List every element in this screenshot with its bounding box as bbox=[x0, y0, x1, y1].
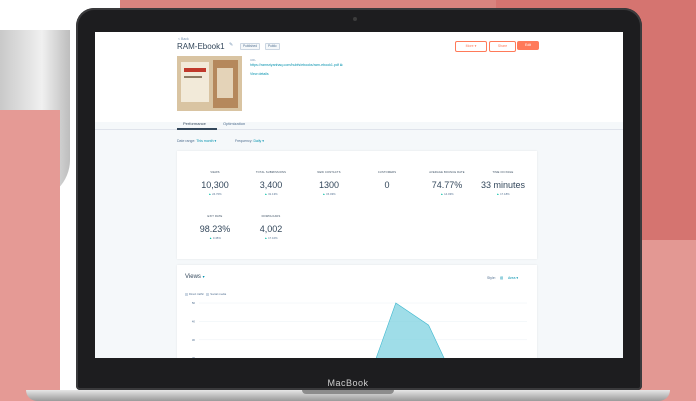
stat-label: NEW CONTACTS bbox=[317, 171, 341, 174]
url-link[interactable]: https://ramsriyanhaq.com/hubfs/ebooks/ra… bbox=[250, 63, 342, 67]
stat-average-bounce-rate: AVERAGE BOUNCE RATE 74.77% ▲ 14.03% bbox=[417, 171, 477, 196]
date-range-label: Date range: bbox=[177, 139, 196, 143]
more-button[interactable]: More ▾ bbox=[455, 41, 487, 52]
stat-label: CUSTOMERS bbox=[377, 171, 397, 174]
url-label: URL bbox=[250, 58, 257, 62]
stat-exit-rate: EXIT RATE 98.23% ▲ 0.45% bbox=[185, 215, 245, 240]
page-title: RAM-Ebook1 bbox=[177, 42, 225, 51]
stat-value: 4,002 bbox=[259, 224, 283, 234]
stat-value: 10,300 bbox=[201, 180, 229, 190]
stat-new-contacts: NEW CONTACTS 1300 ▲ 15.03% bbox=[299, 171, 359, 196]
stat-label: AVERAGE BOUNCE RATE bbox=[429, 171, 465, 174]
edit-button[interactable]: Edit bbox=[517, 41, 539, 50]
stat-label: DOWNLOADS bbox=[261, 215, 281, 218]
app-screen: < Back RAM-Ebook1 ✎ Published Public Mor… bbox=[95, 32, 623, 358]
up-arrow-icon: ▲ bbox=[208, 192, 212, 196]
view-details-link[interactable]: View details bbox=[250, 72, 269, 76]
stat-total-submissions: TOTAL SUBMISSIONS 3,400 ▲ 31.13% bbox=[241, 171, 301, 196]
y-tick-label: 40 bbox=[192, 319, 196, 323]
stat-time-on-page: TIME ON PAGE 33 minutes ▲ 17.18% bbox=[473, 171, 533, 196]
stat-change: 14.03% bbox=[444, 192, 454, 196]
stat-change: 31.13% bbox=[268, 192, 278, 196]
stat-change: 0.45% bbox=[212, 236, 221, 240]
stats-card: VIEWS 10,300 ▲ 24.70% TOTAL SUBMISSIONS … bbox=[177, 151, 537, 259]
stat-downloads: DOWNLOADS 4,002 ▲ 17.10% bbox=[241, 215, 301, 240]
up-arrow-icon: ▲ bbox=[264, 192, 268, 196]
url-text[interactable]: https://ramsriyanhaq.com/hubfs/ebooks/ra… bbox=[250, 63, 339, 67]
stat-value: 1300 bbox=[318, 180, 340, 190]
background-panel-left bbox=[0, 110, 60, 401]
stat-value: 3,400 bbox=[259, 180, 283, 190]
up-arrow-icon: ▲ bbox=[496, 192, 500, 196]
tab-performance[interactable]: Performance bbox=[183, 121, 206, 126]
up-arrow-icon: ▲ bbox=[264, 236, 268, 240]
stat-label: TIME ON PAGE bbox=[492, 171, 514, 174]
y-tick-label: 30 bbox=[192, 338, 196, 342]
stat-value: 0 bbox=[384, 180, 390, 190]
laptop-notch bbox=[302, 390, 394, 394]
stat-value: 33 minutes bbox=[480, 180, 526, 190]
stat-label: VIEWS bbox=[210, 171, 220, 174]
pencil-icon[interactable]: ✎ bbox=[229, 43, 234, 48]
series-area[interactable] bbox=[199, 302, 527, 358]
stat-customers: CUSTOMERS 0 bbox=[357, 171, 417, 192]
up-arrow-icon: ▲ bbox=[440, 192, 444, 196]
y-tick-label: 50 bbox=[192, 301, 196, 305]
laptop-brand: MacBook bbox=[327, 378, 369, 388]
y-tick-label: 20 bbox=[192, 356, 196, 358]
views-area-chart: 5040302010 bbox=[192, 301, 527, 358]
stat-label: TOTAL SUBMISSIONS bbox=[255, 171, 287, 174]
frequency-filter[interactable]: Frequency: Daily ▾ bbox=[235, 139, 264, 143]
up-arrow-icon: ▲ bbox=[209, 236, 213, 240]
stat-change: 17.10% bbox=[268, 236, 278, 240]
tab-optimization[interactable]: Optimization bbox=[223, 121, 245, 126]
up-arrow-icon: ▲ bbox=[322, 192, 326, 196]
ebook-thumbnail bbox=[177, 56, 242, 111]
date-range-filter[interactable]: Date range: This month ▾ bbox=[177, 139, 216, 143]
status-badge-public: Public bbox=[265, 43, 280, 50]
stat-value: 98.23% bbox=[199, 224, 231, 234]
stat-change: 15.03% bbox=[326, 192, 336, 196]
frequency-label: Frequency: bbox=[235, 139, 253, 143]
tab-divider bbox=[95, 129, 623, 130]
status-badge-published: Published bbox=[240, 43, 260, 50]
frequency-dropdown[interactable]: Daily ▾ bbox=[254, 139, 265, 143]
back-link[interactable]: < Back bbox=[178, 37, 189, 41]
share-button[interactable]: Share bbox=[489, 41, 516, 52]
active-tab-indicator bbox=[177, 128, 217, 130]
stat-change: 24.70% bbox=[212, 192, 222, 196]
stat-change: 17.18% bbox=[500, 192, 510, 196]
camera-icon bbox=[353, 17, 357, 21]
date-range-dropdown[interactable]: This month ▾ bbox=[196, 139, 216, 143]
stat-label: EXIT RATE bbox=[207, 215, 223, 218]
stat-value: 74.77% bbox=[431, 180, 463, 190]
external-link-icon[interactable]: ⧉ bbox=[340, 63, 343, 67]
stat-views: VIEWS 10,300 ▲ 24.70% bbox=[185, 171, 245, 196]
page-header: < Back RAM-Ebook1 ✎ Published Public Mor… bbox=[95, 32, 623, 122]
views-chart-card: Views ▾ Style: ▥ Area ▾ Direct traffic S… bbox=[177, 265, 537, 358]
